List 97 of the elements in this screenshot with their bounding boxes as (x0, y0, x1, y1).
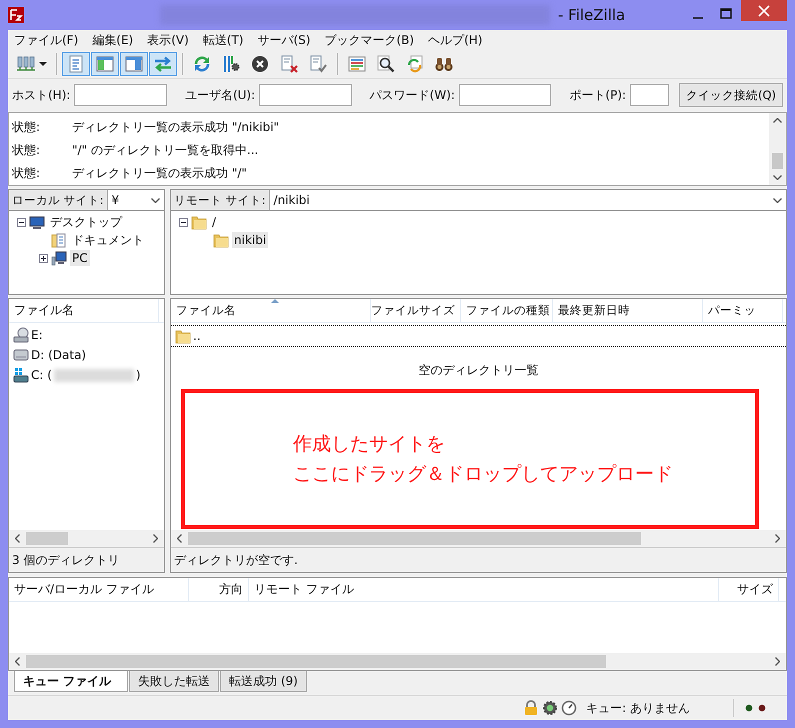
column-header[interactable]: ファイル名 (9, 299, 159, 322)
menu-item[interactable]: ヘルプ(H) (428, 32, 482, 48)
file-name: E: (31, 328, 43, 342)
refresh-icon (192, 54, 212, 74)
sliders-gear-icon (221, 54, 241, 74)
annotation-text: ここにドラッグ＆ドロップしてアップロード (293, 462, 673, 487)
folder-icon (175, 328, 191, 344)
log-message: ディレクトリ一覧の表示成功 "/nikibi" (72, 119, 280, 136)
disc-drive-icon (13, 327, 29, 343)
input-field[interactable] (630, 84, 669, 106)
status-text: ディレクトリが空です. (174, 552, 298, 568)
speedometer-icon (561, 700, 578, 716)
log-message: ディレクトリ一覧の表示成功 "/" (72, 165, 247, 182)
folder-icon (213, 232, 229, 248)
tree-item[interactable]: nikibi (232, 232, 268, 248)
menu-item[interactable]: サーバ(S) (258, 32, 310, 48)
scroll-thumb[interactable] (772, 153, 783, 169)
path-dropdown[interactable]: /nikibi (270, 190, 786, 210)
column-header[interactable]: サーバ/ローカル ファイル (9, 578, 189, 601)
document-folder-icon (51, 232, 67, 248)
tree-item[interactable]: / (210, 214, 218, 230)
file-name: .. (193, 329, 201, 343)
column-header[interactable]: サイズ (719, 578, 779, 601)
menu-item[interactable]: 編集(E) (92, 32, 134, 48)
expand-icon[interactable] (39, 254, 48, 262)
field-label: パスワード(W): (370, 86, 455, 104)
site-label: ローカル サイト: (9, 190, 108, 210)
file-name: C: ( (31, 368, 52, 382)
site-label: リモート サイト: (171, 190, 270, 210)
toolbar-button[interactable] (120, 52, 148, 76)
tab[interactable]: 転送成功 (9) (220, 671, 307, 692)
activity-lights-icon (745, 704, 767, 712)
scrollbar[interactable] (9, 653, 786, 670)
caret-icon (39, 62, 47, 66)
page-cross-icon (279, 54, 299, 74)
chevron-icon (773, 198, 782, 202)
tree-item[interactable]: ドキュメント (70, 230, 146, 250)
colored-list-icon (347, 54, 367, 74)
toolbar-button[interactable] (91, 52, 119, 76)
page-check-icon (308, 54, 328, 74)
tab[interactable]: キュー ファイル (14, 671, 128, 692)
menu-item[interactable]: 転送(T) (202, 32, 244, 48)
file-name: D: (Data) (31, 348, 86, 362)
sort-arrow-icon (270, 299, 278, 303)
left-pane-window-icon (95, 54, 115, 74)
system-drive-icon (13, 367, 29, 383)
close-button[interactable] (741, 0, 787, 21)
cancel-icon (250, 54, 270, 74)
drive-icon (13, 347, 29, 363)
column-header[interactable]: ファイル名 (171, 299, 371, 322)
lock-icon (523, 700, 540, 716)
tree-item[interactable]: PC (70, 250, 90, 266)
column-header[interactable]: 方向 (189, 578, 249, 601)
field-label: ユーザ名(U): (184, 86, 256, 104)
input-field[interactable] (458, 84, 552, 106)
chevron-icon (151, 198, 160, 202)
folder-icon (191, 214, 207, 230)
log-label: 状態: (11, 142, 42, 159)
search-icon (376, 54, 396, 74)
scrollbar[interactable] (9, 530, 164, 547)
column-header[interactable]: リモート ファイル (249, 578, 719, 601)
scrollbar[interactable] (769, 113, 786, 185)
app-logo-icon (8, 7, 24, 23)
log-label: 状態: (11, 165, 42, 182)
input-field[interactable] (259, 84, 352, 106)
window-title: - FileZilla (558, 6, 626, 24)
column-header[interactable]: 最終更新日時 (553, 299, 703, 322)
close-icon (758, 4, 770, 16)
quickconnect-button[interactable]: クイック接続(Q) (678, 83, 783, 107)
empty-message: 空のディレクトリ一覧 (418, 362, 540, 379)
column-header[interactable]: ファイルサイズ (371, 299, 461, 322)
column-header[interactable]: パーミッ (703, 299, 783, 322)
menu-item[interactable]: ファイル(F) (14, 32, 78, 48)
field-label: ホスト(H): (12, 86, 70, 104)
log-message: "/" のディレクトリ一覧を取得中... (72, 142, 258, 159)
collapse-icon[interactable] (179, 218, 188, 226)
input-field[interactable] (74, 84, 167, 106)
transfer-arrows-icon (153, 54, 173, 74)
computer-icon (51, 250, 67, 266)
path-dropdown[interactable]: ¥ (108, 190, 164, 210)
annotation-text: 作成したサイトを (293, 432, 446, 457)
scrollbar[interactable] (171, 530, 786, 547)
monitor-icon (29, 214, 45, 230)
menu-item[interactable]: ブックマーク(B) (324, 32, 414, 48)
field-label: ポート(P): (569, 86, 626, 104)
gear-icon (542, 700, 558, 716)
tree-item[interactable]: デスクトップ (48, 212, 124, 232)
log-label: 状態: (11, 119, 42, 136)
queue-status: キュー: ありません (586, 700, 690, 716)
status-text: 3 個のディレクトリ (12, 552, 120, 568)
file-name: ) (136, 368, 141, 382)
sync-pages-icon (405, 54, 425, 74)
right-pane-window-icon (124, 54, 144, 74)
tab[interactable]: 失敗した転送 (129, 671, 219, 692)
menu-item[interactable]: 表示(V) (147, 32, 189, 48)
collapse-icon[interactable] (17, 218, 26, 226)
column-header[interactable]: ファイルの種類 (461, 299, 553, 322)
